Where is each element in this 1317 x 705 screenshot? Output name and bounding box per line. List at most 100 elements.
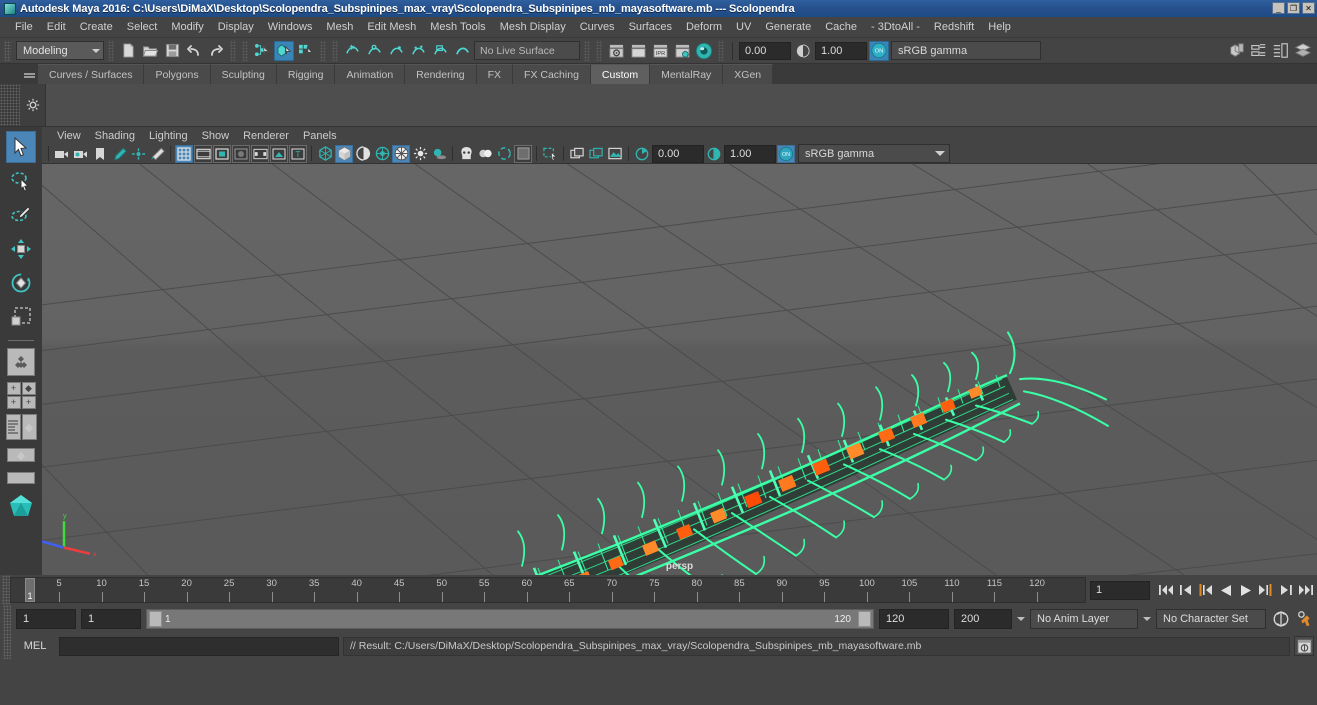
shelf-tab-rigging[interactable]: Rigging — [276, 64, 336, 84]
menu-uv[interactable]: UV — [729, 19, 758, 35]
viewport-menu-lighting[interactable]: Lighting — [142, 129, 195, 143]
grid-toggle-icon[interactable] — [175, 144, 193, 163]
maximize-button[interactable]: ❐ — [1287, 2, 1300, 14]
step-back-button[interactable] — [1176, 580, 1195, 600]
menu-curves[interactable]: Curves — [573, 19, 622, 35]
character-set-select[interactable]: No Character Set — [1156, 609, 1266, 629]
viewport-menu-show[interactable]: Show — [195, 129, 237, 143]
modeling-toolkit-panel-button[interactable] — [1227, 41, 1247, 61]
wireframe-shading-icon[interactable] — [316, 145, 334, 163]
shelf-tab-fx[interactable]: FX — [476, 64, 514, 84]
shelf-options-button[interactable] — [20, 84, 46, 126]
menu-modify[interactable]: Modify — [164, 19, 210, 35]
statusline-gripper[interactable] — [4, 40, 11, 61]
live-surface-field[interactable]: No Live Surface — [474, 41, 580, 60]
isolate-select-icon[interactable] — [541, 145, 559, 163]
gate-mask-icon[interactable] — [232, 144, 250, 163]
four-view-layout-button[interactable]: + ◆ + + — [6, 380, 36, 410]
menu-deform[interactable]: Deform — [679, 19, 729, 35]
use-all-lights-icon[interactable] — [411, 145, 429, 163]
render-settings-button[interactable] — [672, 41, 692, 61]
range-end-time-input[interactable]: 120 — [879, 609, 949, 629]
move-tool[interactable] — [6, 233, 36, 265]
previous-key-button[interactable] — [1196, 580, 1215, 600]
redo-button[interactable] — [206, 41, 226, 61]
go-to-start-button[interactable] — [1156, 580, 1175, 600]
select-camera-icon[interactable] — [53, 145, 71, 163]
ipr-render-button[interactable]: IPR — [650, 41, 670, 61]
make-live-button[interactable] — [452, 41, 472, 61]
animation-end-time-input[interactable]: 200 — [954, 609, 1012, 629]
command-input[interactable] — [59, 636, 339, 656]
exposure-swatch[interactable] — [514, 144, 532, 163]
animation-start-time-input[interactable]: 1 — [16, 609, 76, 629]
toolbar-grip-5[interactable] — [332, 40, 338, 61]
shelf-tab-animation[interactable]: Animation — [335, 64, 406, 84]
character-set-dropdown-arrow[interactable] — [1143, 617, 1151, 621]
toolbar-grip-4[interactable] — [320, 40, 326, 61]
snap-to-projected-center-button[interactable] — [408, 41, 428, 61]
select-by-object-type-button[interactable] — [274, 40, 294, 61]
select-by-hierarchy-button[interactable] — [252, 41, 272, 61]
shelf-tab-custom[interactable]: Custom — [590, 64, 651, 84]
toolbar-grip-6[interactable] — [584, 40, 590, 61]
snap-to-view-planes-button[interactable] — [430, 41, 450, 61]
menu-edit[interactable]: Edit — [40, 19, 73, 35]
menu-mesh[interactable]: Mesh — [319, 19, 360, 35]
bookmark-icon[interactable] — [91, 145, 109, 163]
single-perspective-layout-button[interactable] — [6, 346, 36, 378]
close-button[interactable]: ✕ — [1302, 2, 1315, 14]
rotate-tool[interactable] — [6, 267, 36, 299]
menu-3dtoall[interactable]: - 3DtoAll - — [864, 19, 927, 35]
color-management-select[interactable]: sRGB gamma — [891, 41, 1041, 60]
hypershade-persp-layout-button[interactable]: ◆ — [6, 444, 36, 466]
open-scene-button[interactable] — [140, 41, 160, 61]
menu-generate[interactable]: Generate — [758, 19, 818, 35]
toolbar-grip-7[interactable] — [596, 40, 602, 61]
shelf-item-area[interactable] — [46, 84, 1317, 126]
select-by-component-type-button[interactable] — [296, 41, 316, 61]
menu-cache[interactable]: Cache — [818, 19, 864, 35]
film-gate-mask-icon[interactable] — [251, 144, 269, 163]
mel-label[interactable]: MEL — [15, 640, 55, 652]
contrast-input[interactable]: 1.00 — [815, 41, 867, 60]
toolbar-grip-8[interactable] — [718, 40, 724, 61]
shelf-tab-xgen[interactable]: XGen — [723, 64, 774, 84]
viewport-menu-view[interactable]: View — [50, 129, 88, 143]
menu-mesh-display[interactable]: Mesh Display — [493, 19, 573, 35]
shelf-tab-fx-caching[interactable]: FX Caching — [513, 64, 591, 84]
anim-layer-select[interactable]: No Anim Layer — [1030, 609, 1138, 629]
scale-tool[interactable] — [6, 301, 36, 333]
snap-to-grid-button[interactable] — [342, 41, 362, 61]
viewport-image-icon[interactable] — [606, 145, 624, 163]
shelf-collapse-handle[interactable] — [20, 64, 38, 84]
render-region-icon[interactable] — [587, 145, 605, 163]
auto-keyframe-toggle[interactable] — [1271, 609, 1290, 629]
shelf-tab-sculpting[interactable]: Sculpting — [210, 64, 277, 84]
shelf-grip[interactable] — [0, 84, 20, 126]
menu-help[interactable]: Help — [981, 19, 1018, 35]
grease-pencil-icon[interactable] — [148, 145, 166, 163]
menu-surfaces[interactable]: Surfaces — [622, 19, 679, 35]
new-scene-button[interactable] — [118, 41, 138, 61]
color-management-toggle[interactable]: ON — [869, 40, 889, 61]
minimize-button[interactable]: _ — [1272, 2, 1285, 14]
menu-display[interactable]: Display — [211, 19, 261, 35]
play-forwards-button[interactable] — [1236, 580, 1255, 600]
save-scene-button[interactable] — [162, 41, 182, 61]
persp-viewport[interactable]: y x z persp — [42, 164, 1317, 575]
attribute-editor-panel-button[interactable] — [1249, 41, 1269, 61]
toolbar-grip-2[interactable] — [230, 40, 236, 61]
time-slider[interactable]: 1 5 10 15 20 25 30 35 40 45 50 55 60 65 70 75 80 85 90 95 1… — [10, 577, 1086, 603]
go-to-end-button[interactable] — [1296, 580, 1315, 600]
vp-exposure-input[interactable]: 1.00 — [724, 144, 776, 163]
viewport-menu-renderer[interactable]: Renderer — [236, 129, 296, 143]
shelf-tab-rendering[interactable]: Rendering — [405, 64, 477, 84]
menu-edit-mesh[interactable]: Edit Mesh — [360, 19, 423, 35]
time-slider-grip[interactable] — [2, 575, 10, 605]
vp-gamma-icon[interactable] — [633, 145, 651, 163]
vp-color-management-select[interactable]: sRGB gamma — [798, 144, 950, 163]
range-slider[interactable]: 1 120 — [146, 609, 874, 629]
textured-mode-icon[interactable] — [392, 144, 410, 163]
menu-select[interactable]: Select — [120, 19, 165, 35]
